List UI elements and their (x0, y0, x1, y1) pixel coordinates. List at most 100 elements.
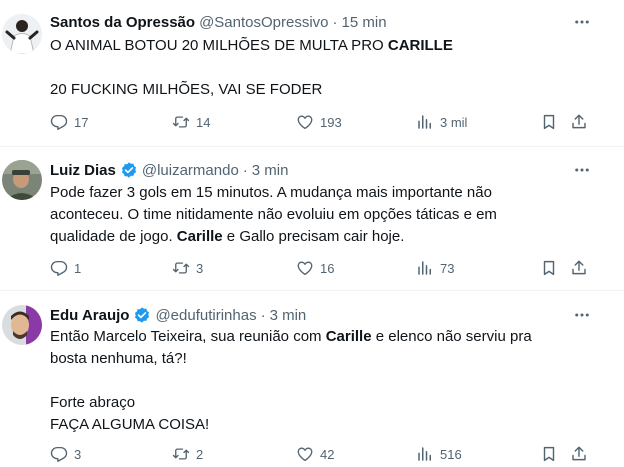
text-span: e Gallo precisam cair hoje. (222, 228, 405, 245)
tweet-header: Luiz Dias @luizarmando · 3 min (50, 160, 288, 180)
text-bold: CARILLE (387, 37, 453, 54)
like-count: 42 (320, 446, 335, 462)
display-name[interactable]: Luiz Dias (50, 162, 116, 179)
retweet-icon (172, 113, 190, 131)
views-button[interactable]: 3 mil (416, 112, 467, 132)
reply-icon (50, 445, 68, 463)
share-icon (570, 445, 588, 463)
views-count: 73 (440, 260, 455, 276)
share-button[interactable] (570, 112, 588, 132)
reply-count: 17 (74, 114, 89, 130)
more-options-button[interactable] (570, 160, 594, 180)
text-span: O ANIMAL BOTOU 20 MILHÕES DE MULTA PRO (50, 37, 388, 54)
action-bar: 17 14 193 3 mil (50, 112, 600, 132)
tweet-header: Santos da Opressão @SantosOpressivo · 15… (50, 12, 387, 32)
like-icon (296, 445, 314, 463)
like-button[interactable]: 42 (296, 444, 334, 464)
more-options-button[interactable] (570, 12, 594, 32)
reply-icon (50, 113, 68, 131)
retweet-button[interactable]: 3 (172, 258, 203, 278)
tweet-header: Edu Araujo @edufutirinhas · 3 min (50, 305, 306, 325)
share-icon (570, 259, 588, 277)
bookmark-icon (540, 259, 558, 277)
like-icon (296, 113, 314, 131)
tweet[interactable]: Santos da Opressão @SantosOpressivo · 15… (0, 0, 624, 147)
tweet-text-line: Então Marcelo Teixeira, sua reunião com … (50, 326, 590, 348)
reply-count: 3 (74, 446, 82, 462)
bookmark-button[interactable] (540, 112, 558, 132)
action-bar: 3 2 42 516 (50, 444, 600, 464)
tweet-text-line: aconteceu. O time nitidamente não evolui… (50, 206, 497, 223)
text-span: qualidade de jogo. (50, 228, 177, 245)
tweet-text-line: 20 FUCKING MILHÕES, VAI SE FODER (50, 81, 323, 98)
retweet-button[interactable]: 14 (172, 112, 210, 132)
tweet-feed: Santos da Opressão @SantosOpressivo · 15… (0, 0, 624, 467)
tweet-time[interactable]: 3 min (270, 307, 307, 324)
like-count: 16 (320, 260, 335, 276)
like-count: 193 (320, 114, 342, 130)
tweet-text-line: qualidade de jogo. Carille e Gallo preci… (50, 226, 590, 248)
tweet-time[interactable]: 15 min (342, 14, 387, 31)
user-handle[interactable]: @luizarmando (142, 162, 239, 179)
more-options-button[interactable] (570, 305, 594, 325)
like-button[interactable]: 193 (296, 112, 342, 132)
tweet-text-line: O ANIMAL BOTOU 20 MILHÕES DE MULTA PRO C… (50, 35, 590, 57)
tweet[interactable]: Luiz Dias @luizarmando · 3 min Pode faze… (0, 147, 624, 291)
user-handle[interactable]: @SantosOpressivo (199, 14, 328, 31)
share-button[interactable] (570, 444, 588, 464)
tweet-text: Então Marcelo Teixeira, sua reunião com … (50, 326, 590, 436)
text-span: Então Marcelo Teixeira, sua reunião com (50, 328, 326, 345)
tweet-text: O ANIMAL BOTOU 20 MILHÕES DE MULTA PRO C… (50, 35, 590, 101)
tweet-text-line: bosta nenhuma, tá?! (50, 350, 187, 367)
retweet-count: 2 (196, 446, 204, 462)
views-button[interactable]: 516 (416, 444, 462, 464)
retweet-icon (172, 259, 190, 277)
views-count: 516 (440, 446, 462, 462)
views-icon (416, 259, 434, 277)
views-icon (416, 113, 434, 131)
avatar[interactable] (2, 305, 42, 345)
user-handle[interactable]: @edufutirinhas (155, 307, 256, 324)
bookmark-button[interactable] (540, 444, 558, 464)
tweet[interactable]: Edu Araujo @edufutirinhas · 3 min Então … (0, 291, 624, 467)
bookmark-button[interactable] (540, 258, 558, 278)
views-icon (416, 445, 434, 463)
display-name[interactable]: Edu Araujo (50, 307, 129, 324)
reply-count: 1 (74, 260, 82, 276)
share-button[interactable] (570, 258, 588, 278)
separator-dot: · (260, 306, 266, 324)
verified-badge-icon (120, 161, 138, 179)
separator-dot: · (242, 161, 248, 179)
retweet-icon (172, 445, 190, 463)
more-icon (573, 13, 591, 31)
like-icon (296, 259, 314, 277)
retweet-count: 3 (196, 260, 204, 276)
reply-icon (50, 259, 68, 277)
tweet-time[interactable]: 3 min (252, 162, 289, 179)
reply-button[interactable]: 3 (50, 444, 81, 464)
retweet-count: 14 (196, 114, 211, 130)
tweet-text-line: Pode fazer 3 gols em 15 minutos. A mudan… (50, 184, 492, 201)
retweet-button[interactable]: 2 (172, 444, 203, 464)
avatar-image (2, 160, 42, 200)
tweet-text-line: FAÇA ALGUMA COISA! (50, 416, 210, 433)
avatar-image (2, 14, 42, 54)
avatar[interactable] (2, 160, 42, 200)
views-button[interactable]: 73 (416, 258, 454, 278)
text-bold: Carille (176, 228, 223, 245)
share-icon (570, 113, 588, 131)
like-button[interactable]: 16 (296, 258, 334, 278)
views-count: 3 mil (440, 114, 468, 130)
text-span: e elenco não serviu pra (371, 328, 532, 345)
display-name[interactable]: Santos da Opressão (50, 14, 195, 31)
bookmark-icon (540, 445, 558, 463)
text-bold: Carille (325, 328, 372, 345)
more-icon (573, 306, 591, 324)
more-icon (573, 161, 591, 179)
avatar[interactable] (2, 14, 42, 54)
reply-button[interactable]: 17 (50, 112, 88, 132)
reply-button[interactable]: 1 (50, 258, 81, 278)
tweet-text-line: Forte abraço (50, 394, 136, 411)
